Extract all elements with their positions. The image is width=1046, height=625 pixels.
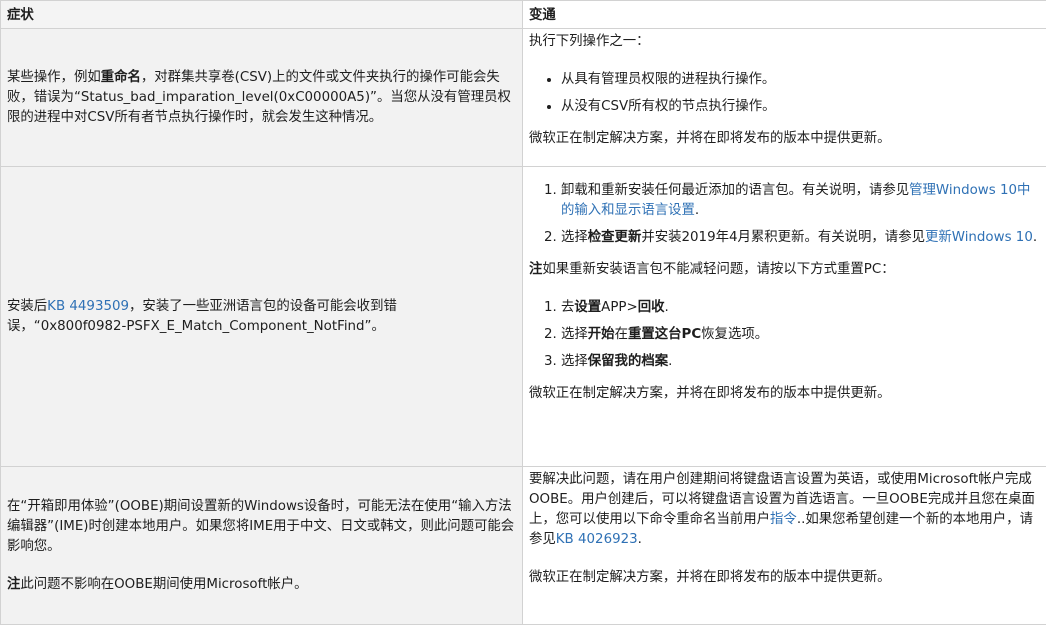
list-item: 选择保留我的档案. [561, 352, 1040, 372]
list-item: 选择检查更新并安装2019年4月累积更新。有关说明，请参见更新Windows 1… [561, 228, 1040, 248]
text: 在 [615, 327, 628, 342]
known-issues-table: 症状 变通 某些操作，例如重命名，对群集共享卷(CSV)上的文件或文件夹执行的操… [0, 0, 1046, 625]
workaround-cell: 执行下列操作之一： 从具有管理员权限的进程执行操作。 从没有CSV所有权的节点执… [523, 29, 1046, 167]
list-item: 从具有管理员权限的进程执行操作。 [561, 70, 1040, 90]
text: 安装后 [7, 299, 47, 314]
bold-text: 重置这台PC [628, 327, 701, 342]
symptom-text: 安装后KB 4493509，安装了一些亚洲语言包的设备可能会收到错误，“0x80… [7, 297, 516, 337]
text: 恢复选项。 [701, 327, 768, 342]
text: 选择 [561, 327, 588, 342]
table-row: 某些操作，例如重命名，对群集共享卷(CSV)上的文件或文件夹执行的操作可能会失败… [1, 29, 1046, 167]
bold-text: 检查更新 [588, 230, 642, 245]
workaround-text: 要解决此问题，请在用户创建期间将键盘语言设置为英语，或使用Microsoft帐户… [529, 470, 1040, 550]
note-label: 注 [7, 577, 20, 592]
workaround-intro: 执行下列操作之一： [529, 32, 1040, 52]
workaround-cell: 卸载和重新安装任何最近添加的语言包。有关说明，请参见管理Windows 10中的… [523, 167, 1046, 467]
text: . [638, 532, 642, 547]
text: 某些操作，例如 [7, 70, 101, 85]
symptom-cell: 安装后KB 4493509，安装了一些亚洲语言包的设备可能会收到错误，“0x80… [1, 167, 523, 467]
workaround-footer: 微软正在制定解决方案，并将在即将发布的版本中提供更新。 [529, 568, 1040, 588]
kb-4493509-link[interactable]: KB 4493509 [47, 299, 129, 314]
workaround-footer: 微软正在制定解决方案，并将在即将发布的版本中提供更新。 [529, 384, 1040, 404]
bold-text: 回收 [638, 300, 665, 315]
note-label: 注 [529, 262, 542, 277]
symptom-cell: 在“开箱即用体验”(OOBE)期间设置新的Windows设备时，可能无法在使用“… [1, 467, 523, 625]
text: 选择 [561, 354, 588, 369]
text: . [695, 203, 699, 218]
table-row: 安装后KB 4493509，安装了一些亚洲语言包的设备可能会收到错误，“0x80… [1, 167, 1046, 467]
reset-steps-list: 去设置APP>回收. 选择开始在重置这台PC恢复选项。 选择保留我的档案. [529, 298, 1040, 372]
text: 并安装2019年4月累积更新。有关说明，请参见 [641, 230, 925, 245]
table-header-row: 症状 变通 [1, 1, 1046, 29]
steps-list: 卸载和重新安装任何最近添加的语言包。有关说明，请参见管理Windows 10中的… [529, 181, 1040, 248]
bold-text: 设置 [574, 300, 601, 315]
update-windows-link[interactable]: 更新Windows 10 [925, 230, 1033, 245]
text: APP> [601, 300, 638, 315]
workaround-cell: 要解决此问题，请在用户创建期间将键盘语言设置为英语，或使用Microsoft帐户… [523, 467, 1046, 625]
note-text: 注如果重新安装语言包不能减轻问题，请按以下方式重置PC： [529, 260, 1040, 280]
bold-text: 开始 [588, 327, 615, 342]
table-row: 在“开箱即用体验”(OOBE)期间设置新的Windows设备时，可能无法在使用“… [1, 467, 1046, 625]
list-item: 从没有CSV所有权的节点执行操作。 [561, 97, 1040, 117]
command-link[interactable]: 指令 [770, 512, 797, 527]
list-item: 卸载和重新安装任何最近添加的语言包。有关说明，请参见管理Windows 10中的… [561, 181, 1040, 221]
note-text: 注此问题不影响在OOBE期间使用Microsoft帐户。 [7, 575, 516, 595]
text: 卸载和重新安装任何最近添加的语言包。有关说明，请参见 [561, 183, 909, 198]
list-item: 选择开始在重置这台PC恢复选项。 [561, 325, 1040, 345]
workaround-footer: 微软正在制定解决方案，并将在即将发布的版本中提供更新。 [529, 129, 1040, 149]
text: . [1033, 230, 1037, 245]
workaround-list: 从具有管理员权限的进程执行操作。 从没有CSV所有权的节点执行操作。 [529, 70, 1040, 117]
text: . [668, 354, 672, 369]
text: . [664, 300, 668, 315]
text: 选择 [561, 230, 588, 245]
symptom-text: 某些操作，例如重命名，对群集共享卷(CSV)上的文件或文件夹执行的操作可能会失败… [7, 68, 516, 128]
text: 如果重新安装语言包不能减轻问题，请按以下方式重置PC： [542, 262, 894, 277]
header-symptom: 症状 [1, 1, 523, 29]
symptom-text: 在“开箱即用体验”(OOBE)期间设置新的Windows设备时，可能无法在使用“… [7, 497, 516, 557]
text: 此问题不影响在OOBE期间使用Microsoft帐户。 [20, 577, 307, 592]
text: 去 [561, 300, 574, 315]
symptom-cell: 某些操作，例如重命名，对群集共享卷(CSV)上的文件或文件夹执行的操作可能会失败… [1, 29, 523, 167]
bold-text: 重命名 [101, 70, 141, 85]
header-workaround: 变通 [523, 1, 1046, 29]
kb-4026923-link[interactable]: KB 4026923 [556, 532, 638, 547]
list-item: 去设置APP>回收. [561, 298, 1040, 318]
bold-text: 保留我的档案 [588, 354, 668, 369]
